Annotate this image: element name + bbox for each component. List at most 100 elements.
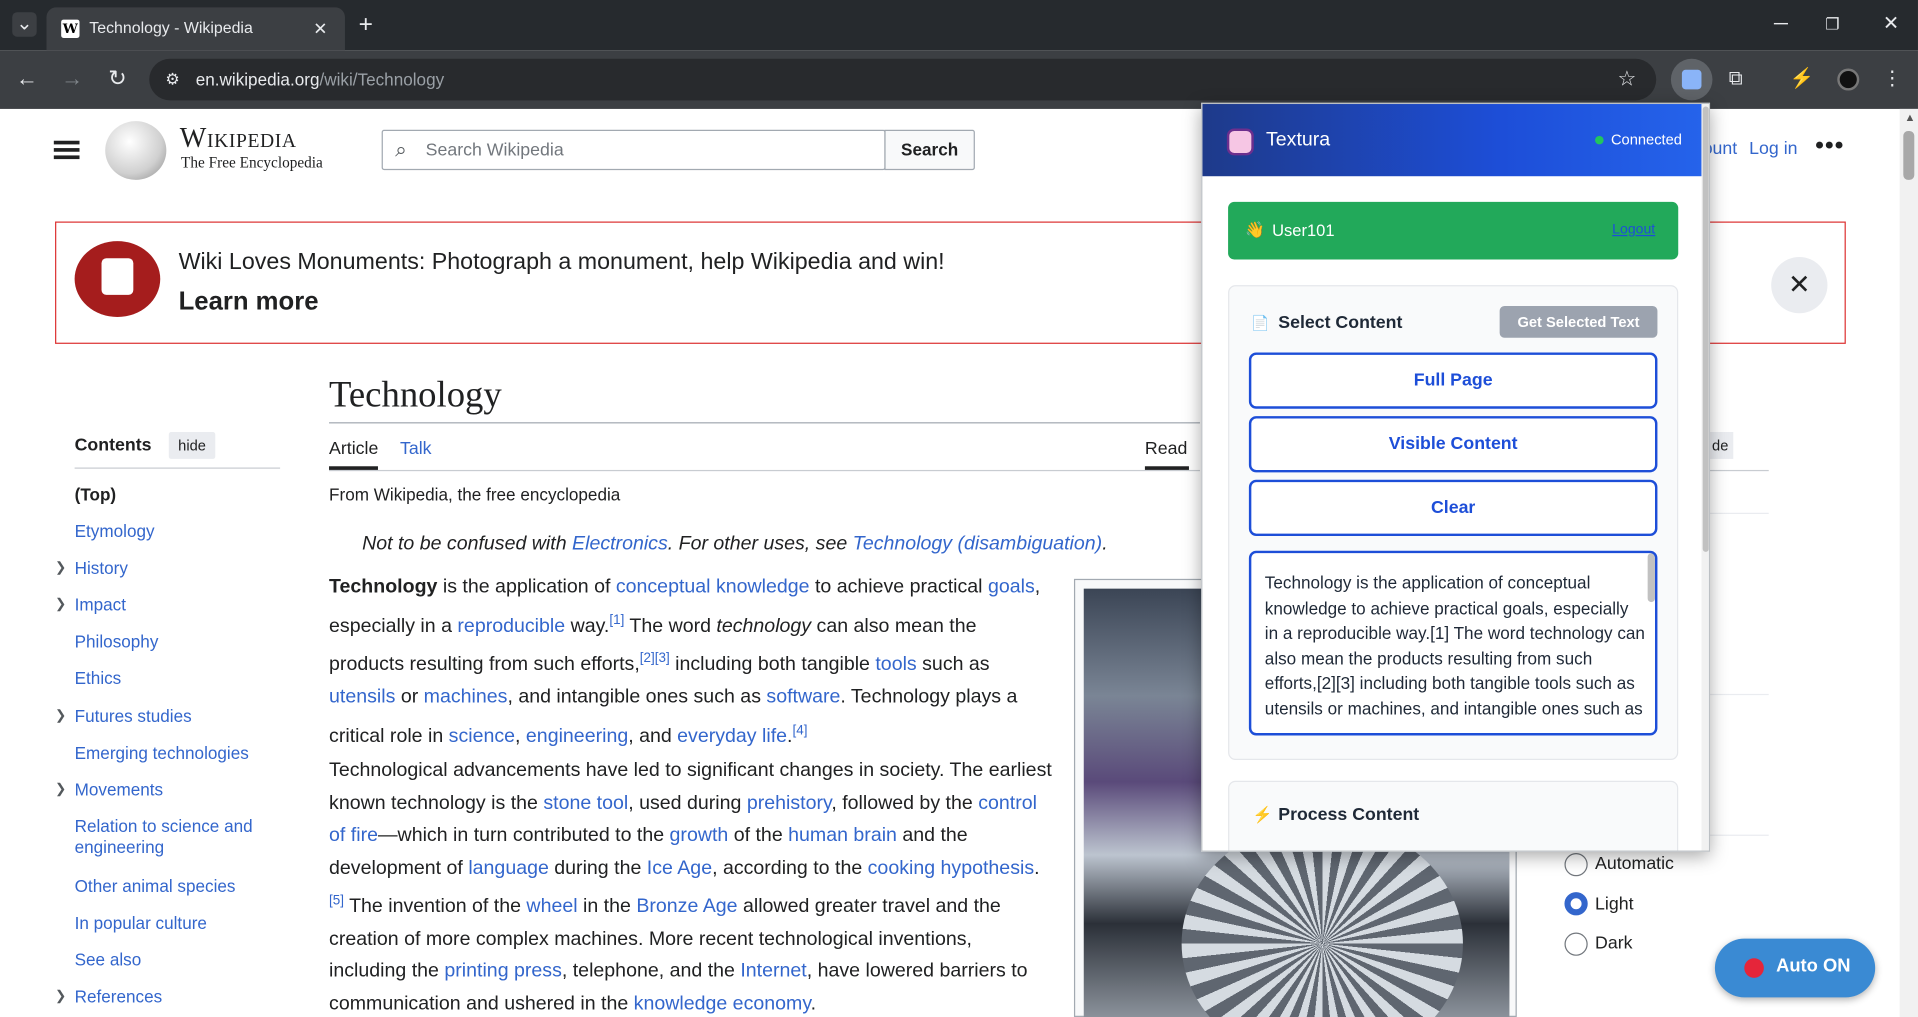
title-divider <box>329 422 1200 424</box>
logout-link[interactable]: Logout <box>1612 223 1655 238</box>
toc-expand-chevron-icon[interactable]: ❯ <box>55 781 66 797</box>
toc-item[interactable]: Philosophy <box>75 631 277 652</box>
wikipedia-favicon-icon: W <box>61 19 80 38</box>
back-arrow-icon[interactable]: ← <box>15 66 39 90</box>
minimize-icon[interactable]: ─ <box>1769 12 1793 36</box>
toc-item[interactable]: Futures studies <box>75 706 277 727</box>
color-automatic-label: Automatic <box>1595 854 1674 874</box>
popup-scrollbar-thumb[interactable] <box>1702 106 1709 552</box>
toc-hide-button[interactable]: hide <box>168 432 216 459</box>
tab-read[interactable]: Read <box>1145 439 1187 459</box>
disambiguation-link[interactable]: Technology (disambiguation) <box>853 534 1103 555</box>
banner-learn-more-link[interactable]: Learn more <box>179 288 319 317</box>
clear-button[interactable]: Clear <box>1248 479 1658 537</box>
browser-menu-icon[interactable]: ⋮ <box>1880 67 1904 91</box>
color-dark-radio[interactable] <box>1564 932 1588 956</box>
auto-toggle-label: Auto ON <box>1776 955 1851 977</box>
tab-article[interactable]: Article <box>329 439 378 459</box>
textura-robot-icon <box>1226 128 1254 156</box>
restore-window-icon[interactable]: ❐ <box>1820 12 1844 36</box>
url-text[interactable]: en.wikipedia.org/wiki/Technology <box>196 70 444 90</box>
textarea-scrollbar[interactable] <box>1647 553 1655 603</box>
color-light-label: Light <box>1595 894 1634 915</box>
select-content-heading: Select Content <box>1278 313 1403 333</box>
toc-item[interactable]: In popular culture <box>75 913 277 934</box>
get-selected-text-button[interactable]: Get Selected Text <box>1499 305 1658 338</box>
address-bar[interactable]: ⚙ en.wikipedia.org/wiki/Technology ☆ <box>149 58 1657 101</box>
popup-header: Textura Connected <box>1202 104 1702 177</box>
toc-divider <box>74 467 281 469</box>
wiki-search-input[interactable]: ⌕ Search Wikipedia <box>381 129 886 171</box>
reload-icon[interactable]: ↻ <box>105 66 129 90</box>
tabs-divider <box>329 469 1200 472</box>
wiki-search-button[interactable]: Search <box>884 129 975 171</box>
select-content-card: 📄 Select Content Get Selected Text Full … <box>1228 285 1679 760</box>
article-paragraph-1: Technology is the application of concept… <box>329 576 1041 747</box>
toc-item[interactable]: Other animal species <box>75 876 277 897</box>
wikipedia-tagline: The Free Encyclopedia <box>181 154 323 172</box>
tab-close-icon[interactable]: ✕ <box>308 16 332 40</box>
auto-toggle-button[interactable]: Auto ON <box>1714 938 1876 998</box>
banner-close-icon[interactable]: ✕ <box>1771 256 1828 314</box>
document-icon: 📄 <box>1251 314 1270 332</box>
tab-talk[interactable]: Talk <box>400 439 432 459</box>
user-menu-more-icon[interactable]: ••• <box>1815 132 1844 160</box>
color-automatic-radio[interactable] <box>1564 852 1588 877</box>
toc-heading: Contents <box>74 435 152 456</box>
login-link[interactable]: Log in <box>1749 140 1797 160</box>
content-textarea[interactable]: Technology is the application of concept… <box>1248 550 1658 736</box>
color-dark-label: Dark <box>1595 933 1633 954</box>
toc-item[interactable]: Relation to science and engineering <box>75 816 277 858</box>
toc-item[interactable]: Ethics <box>75 668 277 689</box>
toc-item[interactable]: Impact <box>75 595 277 616</box>
toc-item[interactable]: Etymology <box>75 521 277 542</box>
textura-popup: Textura Connected 👋 User101 Logout 📄 Sel… <box>1201 102 1711 852</box>
page-scrollbar[interactable]: ▲ <box>1899 108 1918 1017</box>
browser-toolbar: ← → ↻ ⚙ en.wikipedia.org/wiki/Technology… <box>0 50 1918 109</box>
hatnote: Not to be confused with Electronics. For… <box>362 533 1108 555</box>
extensions-puzzle-icon[interactable]: ⧉ <box>1723 67 1747 91</box>
close-window-icon[interactable]: ✕ <box>1879 12 1903 36</box>
bookmark-star-icon[interactable]: ☆ <box>1615 67 1639 91</box>
username: User101 <box>1272 221 1335 240</box>
toc-expand-chevron-icon[interactable]: ❯ <box>55 988 66 1004</box>
toc-item[interactable]: Movements <box>75 780 277 801</box>
process-content-card: ⚡ Process Content <box>1228 780 1679 851</box>
from-wikipedia-tagline: From Wikipedia, the free encyclopedia <box>329 484 621 505</box>
visible-content-button[interactable]: Visible Content <box>1248 416 1658 473</box>
main-menu-hamburger-icon[interactable] <box>53 138 80 160</box>
site-info-icon[interactable]: ⚙ <box>160 67 184 91</box>
wikipedia-wordmark[interactable]: Wikipedia <box>180 122 297 154</box>
wikipedia-globe-logo[interactable] <box>105 121 167 180</box>
forward-arrow-icon[interactable]: → <box>60 66 84 90</box>
user-bar: 👋 User101 Logout <box>1228 201 1679 260</box>
tab-title: Technology - Wikipedia <box>89 18 253 37</box>
color-light-radio[interactable] <box>1564 892 1588 916</box>
profile-avatar-icon[interactable] <box>1837 68 1860 91</box>
toc-item[interactable]: See also <box>75 950 277 971</box>
toc-item[interactable]: History <box>75 558 277 579</box>
textura-extension-icon[interactable] <box>1670 58 1713 101</box>
new-tab-plus-icon[interactable]: + <box>354 12 378 36</box>
page-scrollbar-thumb[interactable] <box>1903 130 1915 180</box>
popup-app-name: Textura <box>1266 129 1331 151</box>
toc-expand-chevron-icon[interactable]: ❯ <box>55 596 66 612</box>
page-title: Technology <box>329 374 502 415</box>
toc-expand-chevron-icon[interactable]: ❯ <box>55 707 66 724</box>
toc-item[interactable]: (Top) <box>75 485 277 506</box>
browser-tab[interactable]: W Technology - Wikipedia ✕ <box>46 7 345 51</box>
banner-text: Wiki Loves Monuments: Photograph a monum… <box>178 249 945 276</box>
wave-hand-icon: 👋 <box>1245 220 1266 239</box>
full-page-button[interactable]: Full Page <box>1248 352 1658 409</box>
search-icon: ⌕ <box>395 138 407 162</box>
process-content-heading: Process Content <box>1278 805 1420 825</box>
toc-item[interactable]: Emerging technologies <box>75 743 277 764</box>
popup-scrollbar[interactable] <box>1701 104 1709 851</box>
tab-list-chevron-icon[interactable]: ⌄ <box>12 12 37 37</box>
toc-expand-chevron-icon[interactable]: ❯ <box>55 559 66 576</box>
browser-tab-bar: ⌄ W Technology - Wikipedia ✕ + ─ ❐ ✕ <box>0 0 1918 51</box>
electronics-link[interactable]: Electronics <box>572 534 668 555</box>
toc-item[interactable]: References <box>75 986 277 1007</box>
search-placeholder: Search Wikipedia <box>425 140 564 161</box>
performance-icon[interactable]: ⚡ <box>1790 67 1814 91</box>
